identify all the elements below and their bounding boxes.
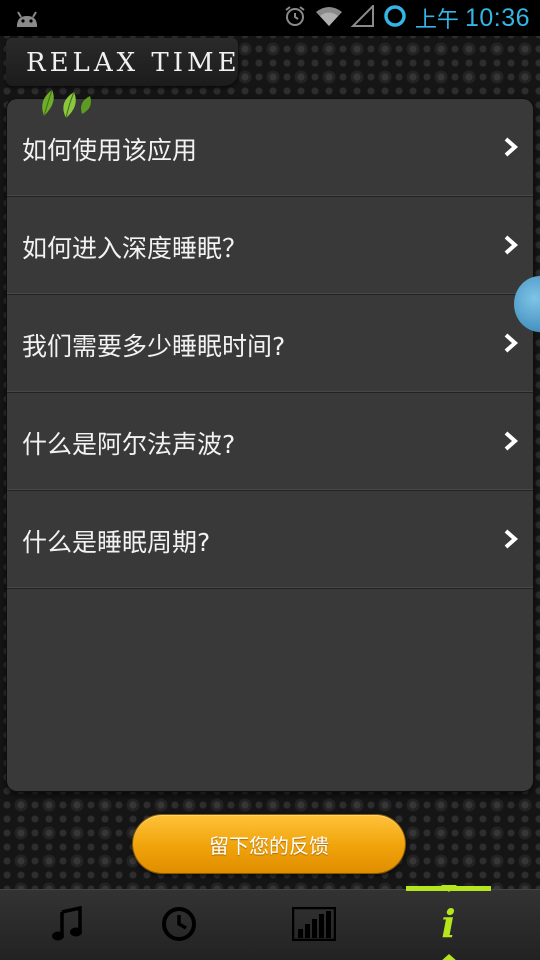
sync-circle-icon <box>383 4 407 32</box>
chevron-right-icon <box>501 135 521 159</box>
menu-item-label: 如何进入深度睡眠？ <box>22 234 248 263</box>
menu-item-sleep-cycle[interactable]: 什么是睡眠周期? <box>7 491 533 589</box>
music-note-icon <box>51 905 84 946</box>
menu-item-label: 我们需要多少睡眠时间? <box>22 332 286 361</box>
app-title: RELAX TIME <box>26 48 241 78</box>
menu-item-sleep-duration[interactable]: 我们需要多少睡眠时间? <box>7 295 533 393</box>
alarm-icon <box>283 4 307 32</box>
bottom-tab-bar: i <box>0 885 540 960</box>
chevron-right-icon <box>501 429 521 453</box>
menu-item-label: 如何使用该应用 <box>22 136 198 165</box>
feedback-button[interactable]: 留下您的反馈 <box>133 815 405 873</box>
info-icon: i <box>441 901 456 946</box>
feedback-button-label: 留下您的反馈 <box>209 833 329 858</box>
menu-item-label: 什么是睡眠周期? <box>22 528 211 557</box>
tab-stats[interactable] <box>246 890 381 960</box>
menu-item-label: 什么是阿尔法声波? <box>22 430 236 459</box>
tab-info[interactable]: i <box>381 890 516 960</box>
wifi-icon <box>315 5 343 31</box>
chevron-right-icon <box>501 233 521 257</box>
status-clock: 10:36 <box>464 3 530 32</box>
status-bar: 上午 10:36 <box>0 0 540 36</box>
chevron-right-icon <box>501 331 521 355</box>
chevron-right-icon <box>501 527 521 551</box>
menu-item-deep-sleep[interactable]: 如何进入深度睡眠？ <box>7 197 533 295</box>
leaf-icon <box>36 84 96 120</box>
menu-item-alpha-waves[interactable]: 什么是阿尔法声波? <box>7 393 533 491</box>
active-tab-caret-bottom <box>440 954 458 960</box>
app-header: RELAX TIME <box>6 38 238 86</box>
android-debug-icon <box>14 8 40 32</box>
signal-icon <box>350 3 375 31</box>
help-menu-panel: 如何使用该应用 如何进入深度睡眠？ 我们需要多少睡眠时间? 什么是阿尔法声波? … <box>7 99 533 791</box>
status-ampm: 上午 <box>414 8 459 33</box>
clock-icon <box>161 906 197 946</box>
tab-timer[interactable] <box>111 890 246 960</box>
bar-chart-icon <box>291 906 336 945</box>
